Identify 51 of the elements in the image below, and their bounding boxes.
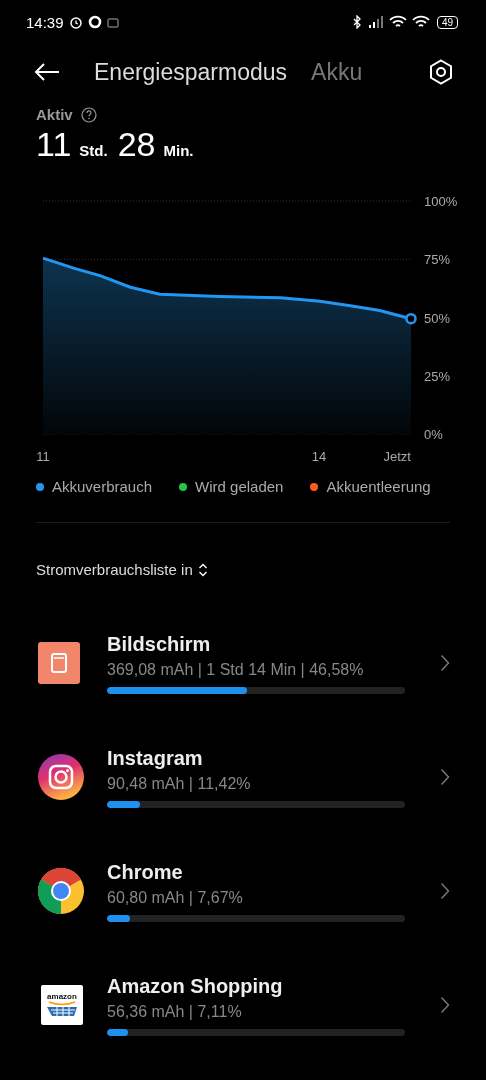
chevron-right-icon (440, 996, 450, 1014)
ring-icon (87, 15, 102, 29)
shopping-app-icon: amazon (41, 985, 83, 1025)
chevron-right-icon (440, 882, 450, 900)
app-row[interactable]: amazon Amazon Shopping 56,36 mAh | 7,11% (0, 948, 486, 1062)
signal-icon (367, 16, 384, 28)
chevron-right-icon (440, 654, 450, 672)
wifi-icon (388, 15, 407, 29)
usage-detail: 369,08 mAh | 1 Std 14 Min | 46,58% (107, 660, 365, 679)
browser-app-icon (38, 868, 84, 914)
help-icon[interactable] (80, 106, 97, 123)
legend-label: Akkuentleerung (326, 478, 431, 495)
x-tick-label: Jetzt (383, 449, 411, 464)
app-row[interactable]: Chrome 60,80 mAh | 7,67% (0, 834, 486, 948)
app-name: Amazon Shopping (107, 974, 284, 998)
usage-detail: 56,36 mAh | 7,11% (107, 1002, 243, 1021)
camera-app-icon (38, 754, 84, 800)
wifi-icon (411, 15, 430, 29)
screen-icon (38, 642, 80, 684)
x-tick-label: 14 (311, 449, 327, 464)
current-point (405, 312, 417, 325)
sort-toggle-icon (197, 562, 208, 577)
y-tick-label: 100% (424, 194, 458, 209)
app-name: Bildschirm (107, 632, 212, 656)
y-tick-label: 0% (424, 427, 443, 442)
app-row[interactable]: Bildschirm 369,08 mAh | 1 Std 14 Min | 46,58% (0, 606, 486, 720)
hours-unit: Std. (79, 142, 108, 159)
header-tab[interactable]: Energiesparmodus (94, 58, 288, 86)
battery-indicator: 49 (436, 15, 458, 29)
app-name: Chrome (107, 860, 184, 884)
list-sort-selector[interactable]: Stromverbrauchsliste in (36, 561, 208, 578)
y-tick-label: 75% (424, 252, 451, 268)
minutes-unit: Min. (163, 142, 194, 159)
settings-icon[interactable] (428, 59, 454, 85)
header-tab[interactable]: Akku (311, 58, 363, 86)
minutes-value: 28 (117, 125, 156, 164)
status-time: 14:39 (26, 13, 64, 31)
legend-label: Akkuverbrauch (52, 478, 153, 495)
x-tick-label: 11 (36, 449, 50, 464)
y-tick-label: 50% (424, 310, 451, 326)
usage-detail: 60,80 mAh | 7,67% (107, 888, 244, 907)
legend-label: Wird geladen (195, 478, 284, 495)
alarm-clock-icon (68, 15, 83, 29)
active-label: Aktiv (36, 106, 73, 123)
app-name: Instagram (107, 746, 204, 770)
app-row[interactable]: Instagram 90,48 mAh | 11,42% (0, 720, 486, 834)
back-button[interactable] (34, 63, 60, 81)
hours-value: 11 (36, 125, 72, 164)
usage-detail: 90,48 mAh | 11,42% (107, 774, 252, 793)
y-tick-label: 25% (424, 368, 451, 384)
chevron-right-icon (440, 768, 450, 786)
